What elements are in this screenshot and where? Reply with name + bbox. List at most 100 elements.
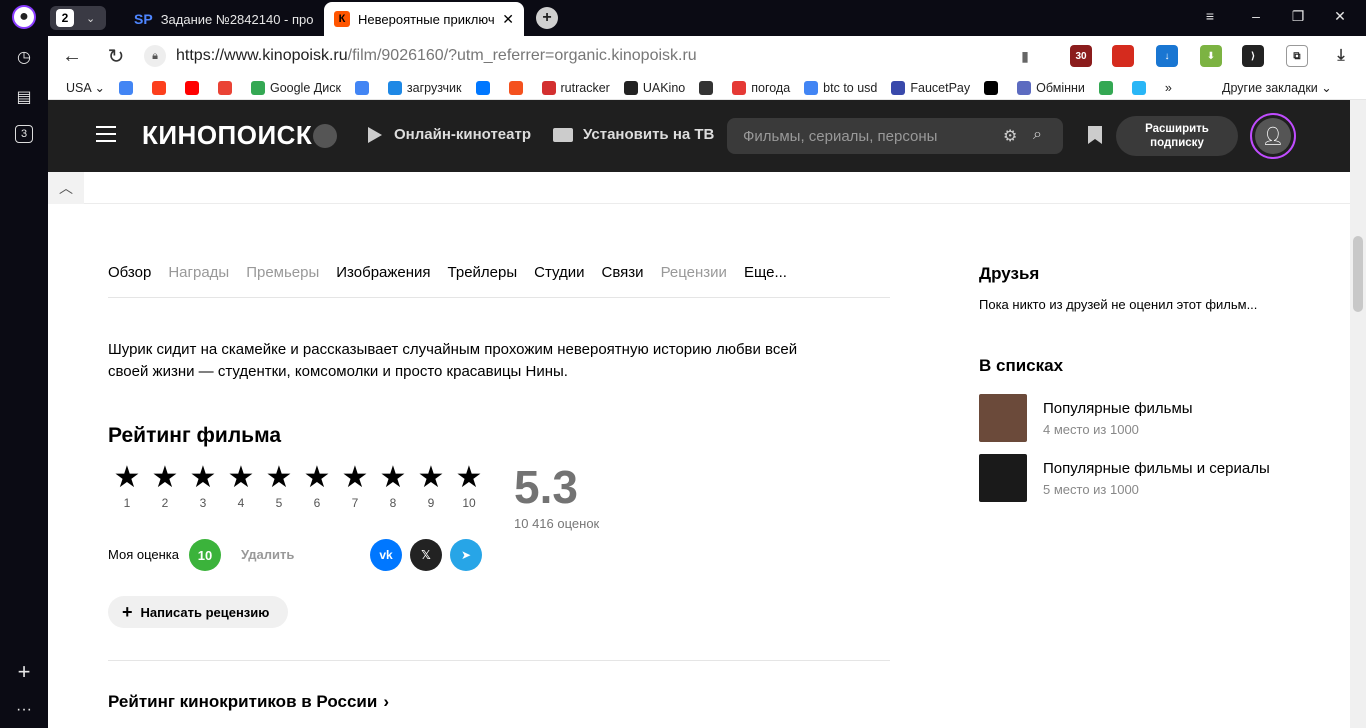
search-input[interactable]: Фильмы, сериалы, персоны ⚙ ⌕ xyxy=(727,118,1063,154)
restore-icon[interactable]: ❐ xyxy=(1288,8,1308,25)
bookmark-item[interactable]: btc to usd xyxy=(804,80,877,95)
bookmark-item[interactable] xyxy=(184,80,204,95)
bookmark-item[interactable] xyxy=(508,80,528,95)
rating-star[interactable]: ★ 8 xyxy=(374,462,412,511)
star-number: 9 xyxy=(427,496,435,510)
url-field[interactable]: 🔒︎ https://www.kinopoisk.ru /film/902616… xyxy=(144,41,1044,71)
extension-badge-icon[interactable]: 30 xyxy=(1070,45,1092,67)
film-tab[interactable]: Студии xyxy=(534,264,584,297)
film-tab[interactable]: Еще... xyxy=(744,264,787,297)
history-icon[interactable]: ◷ xyxy=(12,45,36,69)
nav-online-cinema[interactable]: Онлайн-кинотеатр xyxy=(368,126,531,143)
lock-icon[interactable]: 🔒︎ xyxy=(144,45,166,67)
address-bar: ← ↻ 🔒︎ https://www.kinopoisk.ru /film/90… xyxy=(48,36,1366,76)
avatar[interactable]: 👤︎ xyxy=(1250,113,1296,159)
back-icon[interactable]: ← xyxy=(60,44,84,68)
tabs-counter-icon[interactable]: 3 xyxy=(15,125,33,143)
star-number: 5 xyxy=(275,496,283,510)
list-name[interactable]: Популярные фильмы и сериалы xyxy=(1043,460,1270,477)
bookmark-item[interactable] xyxy=(217,80,237,95)
chevron-up-icon[interactable]: ︿ xyxy=(48,172,84,204)
bookmark-item[interactable] xyxy=(699,80,718,95)
dark-extension-icon[interactable]: ⟩ xyxy=(1242,45,1264,67)
extend-subscription-button[interactable]: Расширить подписку xyxy=(1116,116,1238,156)
share-x-button[interactable]: 𝕏 xyxy=(410,539,442,571)
film-tab[interactable]: Премьеры xyxy=(246,264,319,297)
hamburger-menu-icon[interactable] xyxy=(96,126,116,147)
collapse-row: ︿ xyxy=(48,172,1350,204)
page-scrollbar[interactable] xyxy=(1350,100,1366,728)
rating-star[interactable]: ★ 5 xyxy=(260,461,298,511)
list-item[interactable]: Популярные фильмы и сериалы 5 место из 1… xyxy=(979,454,1309,504)
rating-star[interactable]: ★ 10 xyxy=(450,462,488,511)
bookmark-item[interactable]: Google Диск xyxy=(250,80,341,95)
kinopoisk-logo[interactable]: КИНОПОИСК xyxy=(142,120,312,151)
bookmark-page-icon[interactable]: ▮ xyxy=(1014,45,1036,67)
tab-sp[interactable]: SP Задание №2842140 - прос xyxy=(124,2,324,36)
search-icon[interactable]: ⌕ xyxy=(1033,126,1042,144)
rating-star[interactable]: ★ 7 xyxy=(336,462,374,511)
rating-star[interactable]: ★ 3 xyxy=(184,462,222,511)
rating-star[interactable]: ★ 2 xyxy=(146,462,184,511)
bookmark-item[interactable] xyxy=(1098,80,1118,95)
tab-group-button[interactable]: 2 ⌄ xyxy=(50,6,106,30)
flag-extension-icon[interactable] xyxy=(1112,45,1134,67)
rating-star[interactable]: ★ 1 xyxy=(108,462,146,511)
bookmark-item[interactable] xyxy=(118,80,138,95)
bookmark-item[interactable]: rutracker xyxy=(541,80,610,95)
bookmark-icon[interactable] xyxy=(1088,126,1102,144)
profile-icon[interactable]: ● xyxy=(12,5,36,29)
film-tab[interactable]: Рецензии xyxy=(661,264,727,297)
nav-install-tv[interactable]: Установить на ТВ xyxy=(553,126,714,143)
window-close-icon[interactable]: ✕ xyxy=(1330,8,1350,25)
star-icon: ★ xyxy=(265,461,293,494)
share-telegram-button[interactable]: ➤ xyxy=(450,539,482,571)
menu-icon[interactable]: ≡ xyxy=(1200,8,1220,24)
more-icon[interactable]: ··· xyxy=(12,698,36,722)
list-item[interactable]: Популярные фильмы 4 место из 1000 xyxy=(979,394,1309,444)
bookmark-item[interactable]: » xyxy=(1165,81,1172,95)
critics-rating-link[interactable]: Рейтинг кинокритиков в России › xyxy=(108,692,389,712)
bookmark-item[interactable]: Обмінни xyxy=(1017,80,1085,95)
film-tab[interactable]: Связи xyxy=(602,264,644,297)
film-tab[interactable]: Трейлеры xyxy=(448,264,518,297)
downloads-icon[interactable]: ⤓ xyxy=(1330,45,1352,67)
collections-icon[interactable]: ▤ xyxy=(12,85,36,109)
bookmark-item[interactable]: UAKino xyxy=(623,80,685,95)
url-host: https://www.kinopoisk.ru xyxy=(176,47,348,64)
tab-kinopoisk[interactable]: К Невероятные приключ ✕ xyxy=(324,2,524,36)
download-helper-icon[interactable]: ↓ xyxy=(1156,45,1178,67)
bookmark-favicon-icon xyxy=(984,80,999,95)
other-bookmarks[interactable]: Другие закладки ⌄ xyxy=(1222,80,1332,95)
friends-text: Пока никто из друзей не оценил этот филь… xyxy=(979,297,1258,312)
write-review-button[interactable]: + Написать рецензию xyxy=(108,596,288,628)
bookmark-item[interactable]: погода xyxy=(732,80,790,95)
rating-star[interactable]: ★ 4 xyxy=(222,462,260,511)
add-panel-icon[interactable]: + xyxy=(12,659,36,684)
bookmark-item[interactable]: USA ⌄ xyxy=(66,80,105,95)
bookmark-item[interactable]: загрузчик xyxy=(387,80,462,95)
delete-rating-button[interactable]: Удалить xyxy=(241,547,294,562)
new-tab-button[interactable]: + xyxy=(536,7,558,29)
star-number: 3 xyxy=(199,496,207,510)
filter-icon[interactable]: ⚙ xyxy=(1003,126,1017,146)
film-tab[interactable]: Обзор xyxy=(108,264,151,297)
bookmark-item[interactable] xyxy=(151,80,171,95)
bookmark-item[interactable] xyxy=(354,80,374,95)
minimize-icon[interactable]: – xyxy=(1246,8,1266,24)
rating-star[interactable]: ★ 9 xyxy=(412,462,450,511)
film-tab[interactable]: Награды xyxy=(168,264,229,297)
bookmark-item[interactable] xyxy=(1131,80,1151,95)
list-name[interactable]: Популярные фильмы xyxy=(1043,400,1193,417)
scroll-thumb[interactable] xyxy=(1353,236,1363,312)
film-tab[interactable]: Изображения xyxy=(336,264,430,297)
reload-icon[interactable]: ↻ xyxy=(104,44,128,68)
bookmark-item[interactable] xyxy=(984,80,1003,95)
bookmark-item[interactable] xyxy=(475,80,495,95)
share-vk-button[interactable]: vk xyxy=(370,539,402,571)
bookmark-item[interactable]: FaucetPay xyxy=(891,80,970,95)
sidebar-extension-icon[interactable]: ⧉ xyxy=(1286,45,1308,67)
rating-star[interactable]: ★ 6 xyxy=(298,462,336,511)
green-extension-icon[interactable]: ⬇ xyxy=(1200,45,1222,67)
close-icon[interactable]: ✕ xyxy=(502,11,514,28)
